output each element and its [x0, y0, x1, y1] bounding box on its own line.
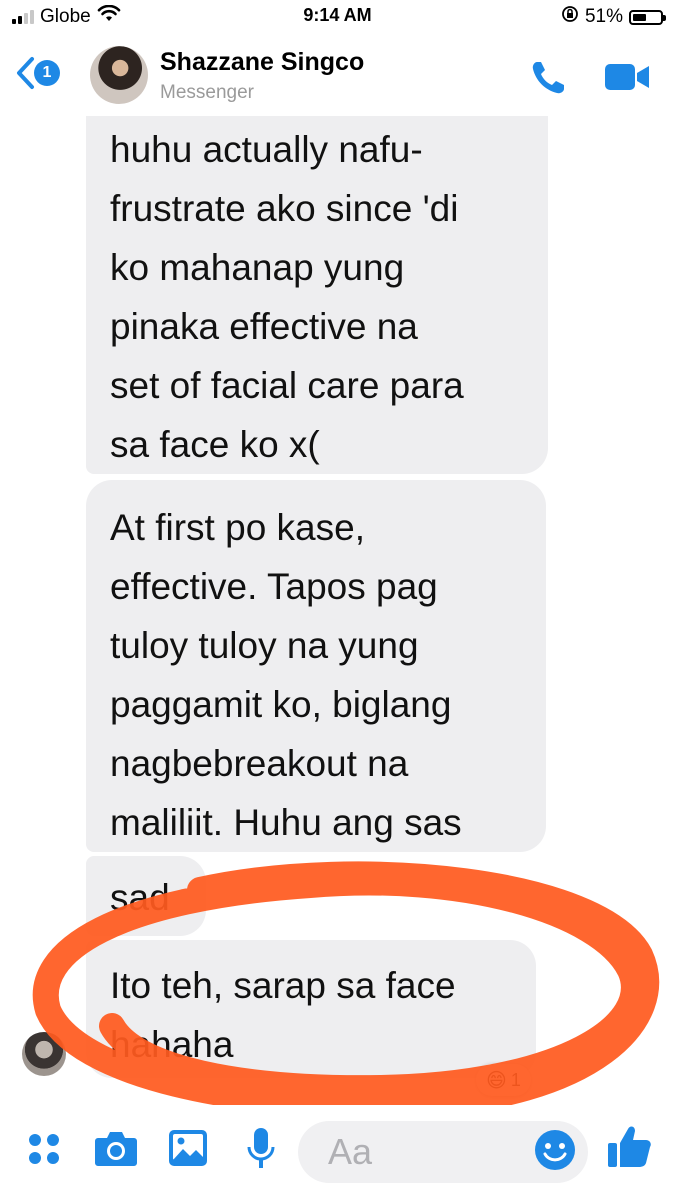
contact-avatar[interactable]	[90, 46, 148, 104]
message-bubble[interactable]: At first po kase, effective. Tapos pag t…	[86, 480, 546, 852]
message-input[interactable]	[326, 1130, 530, 1174]
status-bar-right: 51%	[561, 5, 666, 29]
message-bubble[interactable]: huhu actually nafu- frustrate ako since …	[86, 116, 548, 474]
thumbs-up-icon	[608, 1126, 651, 1167]
message-reaction[interactable]: 😄 1	[476, 1064, 531, 1096]
apps-grid-icon	[29, 1134, 59, 1164]
apps-button[interactable]	[26, 1131, 62, 1172]
photo-gallery-icon	[169, 1130, 207, 1166]
reaction-count: 1	[510, 1069, 521, 1090]
contact-name[interactable]: Shazzane Singco	[160, 48, 364, 77]
voice-button[interactable]	[246, 1127, 276, 1176]
video-call-button[interactable]	[604, 62, 650, 97]
emoji-icon	[535, 1130, 575, 1170]
like-button[interactable]	[606, 1123, 652, 1174]
camera-icon	[95, 1132, 137, 1166]
video-camera-icon	[605, 64, 649, 90]
conversation-header: 1 Shazzane Singco Messenger	[0, 34, 675, 120]
microphone-icon	[247, 1128, 275, 1168]
message-bubble[interactable]: Ito teh, sarap sa face hahaha	[86, 940, 536, 1078]
sender-avatar[interactable]	[22, 1032, 66, 1076]
message-bubble[interactable]: sad	[86, 856, 206, 936]
message-thread: huhu actually nafu- frustrate ako since …	[0, 116, 675, 1105]
grinning-emoji-icon: 😄	[486, 1069, 507, 1092]
phone-icon	[532, 62, 564, 94]
orientation-lock-icon	[561, 5, 579, 29]
back-button[interactable]: 1	[14, 56, 60, 90]
composer-bar	[0, 1105, 675, 1200]
camera-button[interactable]	[94, 1129, 138, 1172]
unread-badge: 1	[34, 60, 60, 86]
battery-percent: 51%	[584, 6, 623, 27]
contact-subtitle: Messenger	[160, 82, 254, 103]
emoji-button[interactable]	[534, 1129, 576, 1176]
chevron-left-icon	[17, 57, 34, 89]
battery-icon	[629, 9, 666, 25]
phone-call-button[interactable]	[528, 58, 568, 103]
gallery-button[interactable]	[168, 1129, 208, 1172]
status-bar: Globe 9:14 AM 51%	[0, 0, 675, 34]
battery-fill	[633, 13, 647, 21]
